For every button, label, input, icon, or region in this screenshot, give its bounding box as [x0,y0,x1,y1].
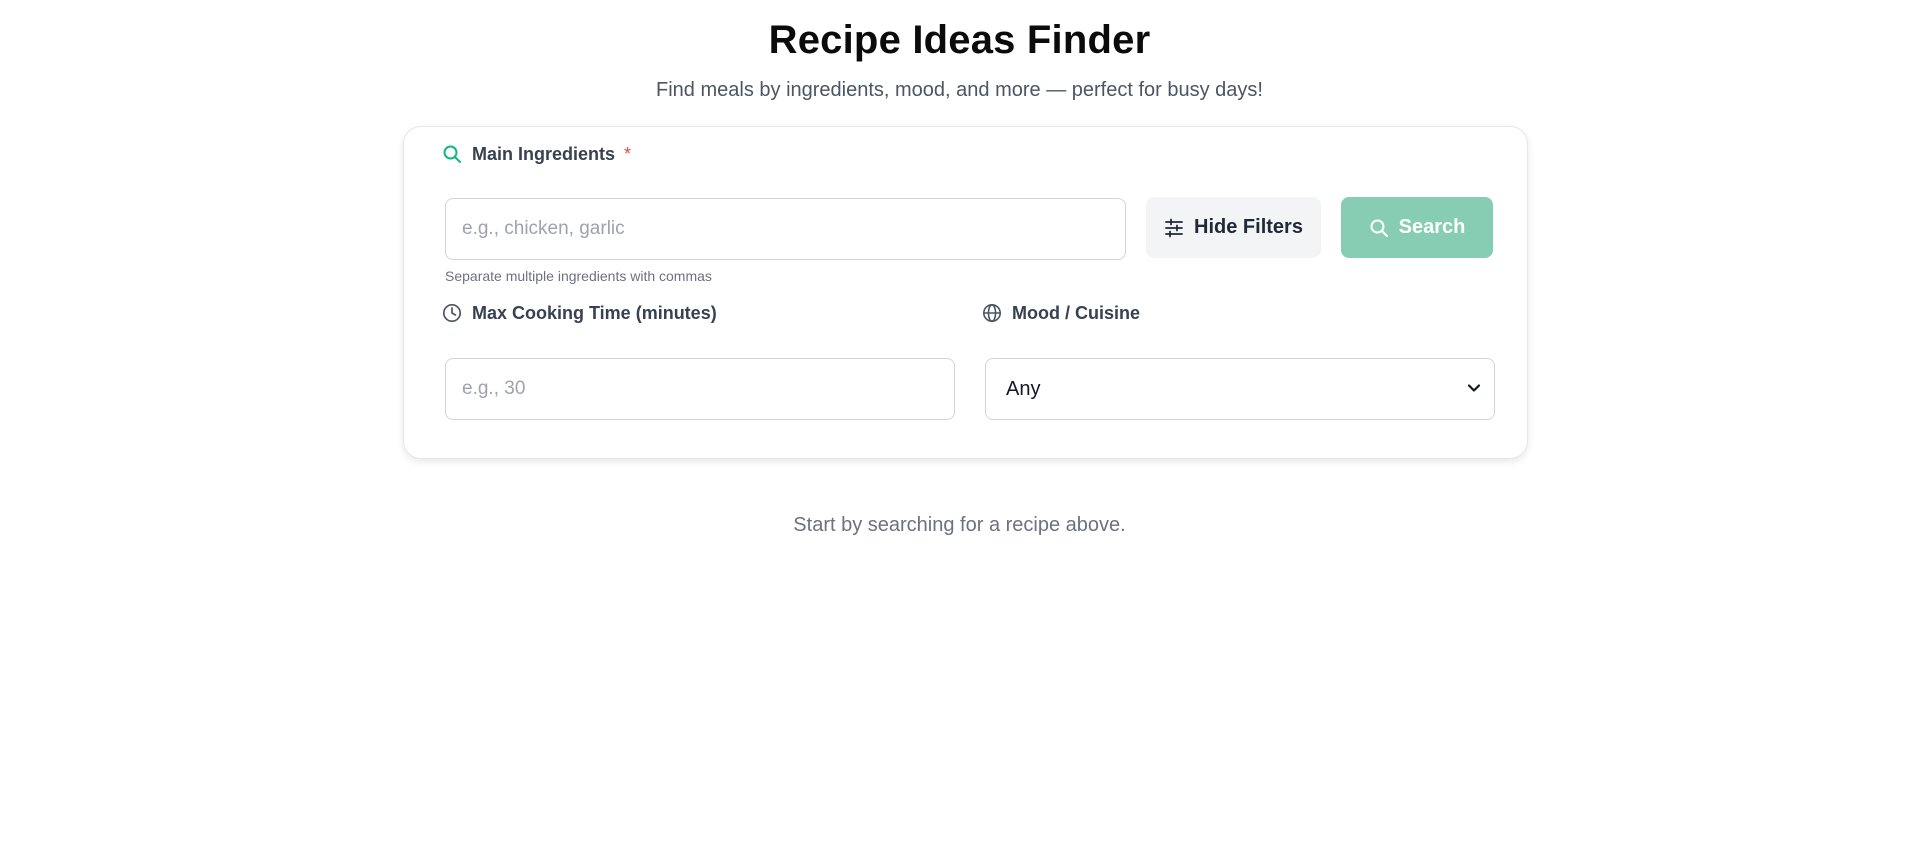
ingredients-hint: Separate multiple ingredients with comma… [445,268,712,284]
mood-label-text: Mood / Cuisine [1012,302,1140,323]
ingredients-input[interactable] [445,198,1126,260]
max-time-label-text: Max Cooking Time (minutes) [472,302,717,323]
search-button-label: Search [1398,216,1466,238]
mood-selected-value: Any [1006,377,1041,400]
search-icon [1369,218,1389,238]
ingredients-label: Main Ingredients * [442,139,631,169]
required-marker: * [624,143,632,164]
mood-select[interactable]: Any [985,358,1495,420]
ingredients-label-text: Main Ingredients [472,143,616,164]
page-title: Recipe Ideas Finder [768,18,1151,62]
page-subtitle: Find meals by ingredients, mood, and mor… [656,79,1263,101]
search-button[interactable]: Search [1341,197,1493,258]
hide-filters-label: Hide Filters [1194,216,1303,238]
globe-icon [982,303,1002,323]
clock-icon [442,303,462,323]
sliders-icon [1164,218,1184,238]
mood-label: Mood / Cuisine [982,298,1140,328]
max-time-input[interactable] [445,358,955,420]
search-form-card: Main Ingredients * Separate multiple ing… [403,126,1528,459]
search-icon [442,144,462,164]
recipe-finder-page: Recipe Ideas Finder Find meals by ingred… [0,0,1919,866]
chevron-down-icon [1466,380,1482,396]
hide-filters-button[interactable]: Hide Filters [1146,197,1321,258]
empty-state-message: Start by searching for a recipe above. [793,514,1126,536]
max-time-label: Max Cooking Time (minutes) [442,298,717,328]
